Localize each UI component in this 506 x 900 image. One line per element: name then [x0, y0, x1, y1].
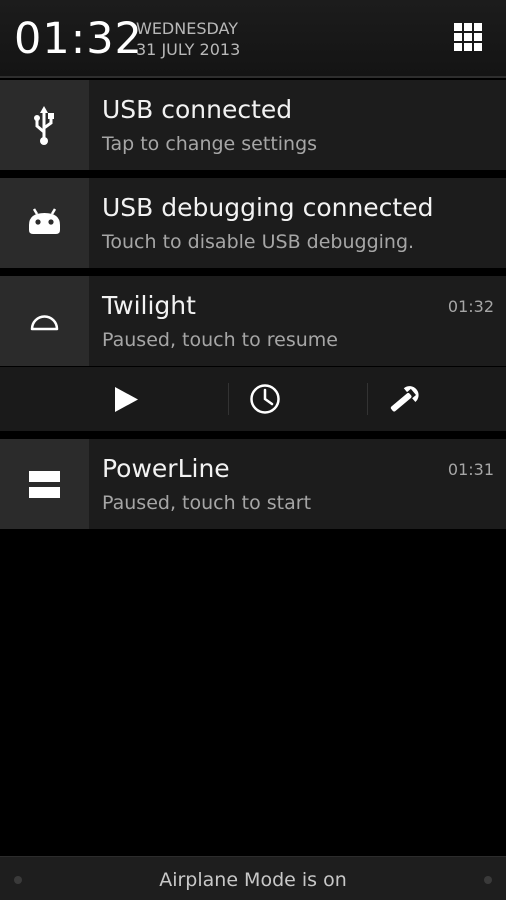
- notification-title: PowerLine: [102, 454, 230, 483]
- quick-settings-button[interactable]: [453, 22, 483, 52]
- notification-time: 01:32: [447, 297, 494, 316]
- play-button[interactable]: [60, 367, 190, 431]
- notification-icon-box: [0, 178, 89, 268]
- notification-twilight[interactable]: Twilight Paused, touch to resume 01:32: [0, 276, 506, 366]
- notification-subtitle: Paused, touch to start: [102, 492, 312, 514]
- notification-icon-box: [0, 80, 89, 170]
- notification-subtitle: Tap to change settings: [102, 133, 318, 155]
- notification-powerline[interactable]: PowerLine Paused, touch to start 01:31: [0, 439, 506, 529]
- bars-icon: [29, 471, 60, 498]
- grid-icon: [454, 23, 482, 51]
- notification-shade: 01:32 WEDNESDAY 31 JULY 2013 USB connect…: [0, 0, 506, 900]
- notification-time: 01:31: [447, 460, 494, 479]
- clock: 01:32: [14, 14, 143, 64]
- clock-icon: [250, 384, 280, 414]
- weekday-label: WEDNESDAY: [136, 19, 238, 38]
- airplane-mode-status: Airplane Mode is on: [159, 869, 347, 891]
- notification-icon-box: [0, 276, 89, 366]
- settings-button[interactable]: [340, 367, 470, 431]
- schedule-button[interactable]: [200, 367, 330, 431]
- notification-usb-connected[interactable]: USB connected Tap to change settings: [0, 80, 506, 170]
- notification-title: USB debugging connected: [102, 193, 434, 222]
- wrench-icon: [390, 386, 419, 412]
- notification-subtitle: Paused, touch to resume: [102, 329, 338, 351]
- date-block: WEDNESDAY 31 JULY 2013: [136, 18, 240, 60]
- shade-footer: Airplane Mode is on: [0, 856, 506, 900]
- android-icon: [29, 208, 60, 234]
- half-circle-icon: [30, 315, 59, 331]
- twilight-actions: [0, 367, 506, 431]
- footer-dot-right: [484, 876, 492, 884]
- notification-subtitle: Touch to disable USB debugging.: [102, 231, 415, 253]
- notification-title: USB connected: [102, 95, 293, 124]
- notification-icon-box: [0, 439, 89, 529]
- header-divider: [0, 76, 506, 78]
- usb-icon: [34, 106, 54, 145]
- play-icon: [115, 387, 138, 412]
- notification-title: Twilight: [102, 291, 196, 320]
- notification-usb-debugging[interactable]: USB debugging connected Touch to disable…: [0, 178, 506, 268]
- date-label: 31 JULY 2013: [136, 40, 241, 59]
- shade-header: 01:32 WEDNESDAY 31 JULY 2013: [0, 0, 506, 76]
